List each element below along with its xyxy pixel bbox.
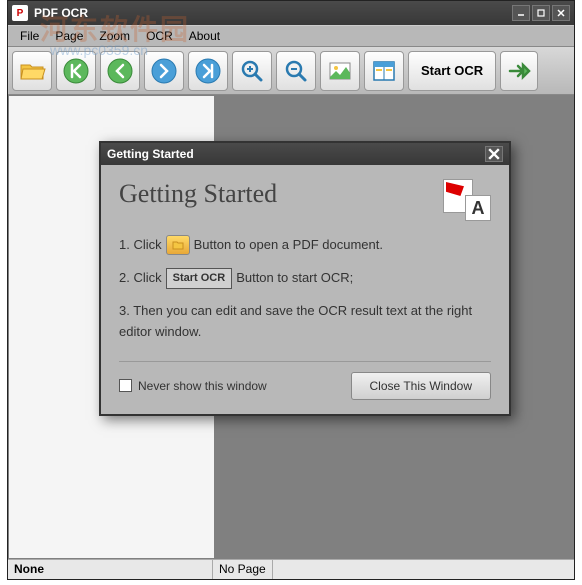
step-2-post: Button to start OCR; — [236, 268, 353, 289]
maximize-button[interactable] — [532, 5, 550, 21]
dialog-close-button[interactable] — [485, 146, 503, 162]
dialog-footer: Never show this window Close This Window — [119, 361, 491, 400]
letter-icon: A — [465, 195, 491, 221]
layout-button[interactable] — [364, 51, 404, 91]
app-title: PDF OCR — [34, 6, 512, 20]
minimize-button[interactable] — [512, 5, 530, 21]
dialog-title: Getting Started — [107, 147, 485, 161]
step-2: 2. Click Start OCR Button to start OCR; — [119, 268, 491, 290]
zoom-out-icon — [282, 57, 310, 85]
app-icon: P — [12, 5, 28, 21]
inline-open-icon — [166, 235, 190, 255]
inline-start-ocr: Start OCR — [166, 268, 233, 290]
image-icon — [326, 57, 354, 85]
last-page-button[interactable] — [188, 51, 228, 91]
status-right: No Page — [213, 560, 273, 579]
menu-file[interactable]: File — [12, 27, 47, 45]
menu-page[interactable]: Page — [47, 27, 91, 45]
zoom-in-icon — [238, 57, 266, 85]
window-controls — [512, 5, 570, 21]
step-2-pre: 2. Click — [119, 268, 162, 289]
menubar: File Page Zoom OCR About — [8, 25, 574, 47]
folder-open-icon — [18, 57, 46, 85]
step-1-post: Button to open a PDF document. — [194, 235, 383, 256]
zoom-out-button[interactable] — [276, 51, 316, 91]
dialog-body: Getting Started A 1. Click Button to ope… — [101, 165, 509, 414]
never-show-label: Never show this window — [138, 379, 267, 393]
first-page-icon — [62, 57, 90, 85]
checkbox-icon — [119, 379, 132, 392]
menu-about[interactable]: About — [181, 27, 228, 45]
titlebar: P PDF OCR — [8, 1, 574, 25]
menu-zoom[interactable]: Zoom — [91, 27, 138, 45]
toolbar: Start OCR — [8, 47, 574, 95]
open-file-button[interactable] — [12, 51, 52, 91]
prev-page-button[interactable] — [100, 51, 140, 91]
last-page-icon — [194, 57, 222, 85]
dialog-heading: Getting Started — [119, 179, 443, 209]
prev-page-icon — [106, 57, 134, 85]
next-page-button[interactable] — [144, 51, 184, 91]
never-show-checkbox[interactable]: Never show this window — [119, 379, 267, 393]
dialog-logo: A — [443, 179, 491, 221]
start-ocr-button[interactable]: Start OCR — [408, 51, 496, 91]
dialog-titlebar: Getting Started — [101, 143, 509, 165]
image-button[interactable] — [320, 51, 360, 91]
next-page-icon — [150, 57, 178, 85]
zoom-in-button[interactable] — [232, 51, 272, 91]
getting-started-dialog: Getting Started Getting Started A 1. Cli… — [99, 141, 511, 416]
step-1: 1. Click Button to open a PDF document. — [119, 235, 491, 256]
step-3: 3. Then you can edit and save the OCR re… — [119, 301, 491, 343]
go-button[interactable] — [500, 51, 538, 91]
arrow-right-icon — [505, 57, 533, 85]
first-page-button[interactable] — [56, 51, 96, 91]
close-button[interactable] — [552, 5, 570, 21]
statusbar: None No Page — [8, 559, 574, 579]
menu-ocr[interactable]: OCR — [138, 27, 181, 45]
status-left: None — [8, 560, 213, 579]
step-1-pre: 1. Click — [119, 235, 162, 256]
layout-icon — [370, 57, 398, 85]
close-window-button[interactable]: Close This Window — [351, 372, 491, 400]
